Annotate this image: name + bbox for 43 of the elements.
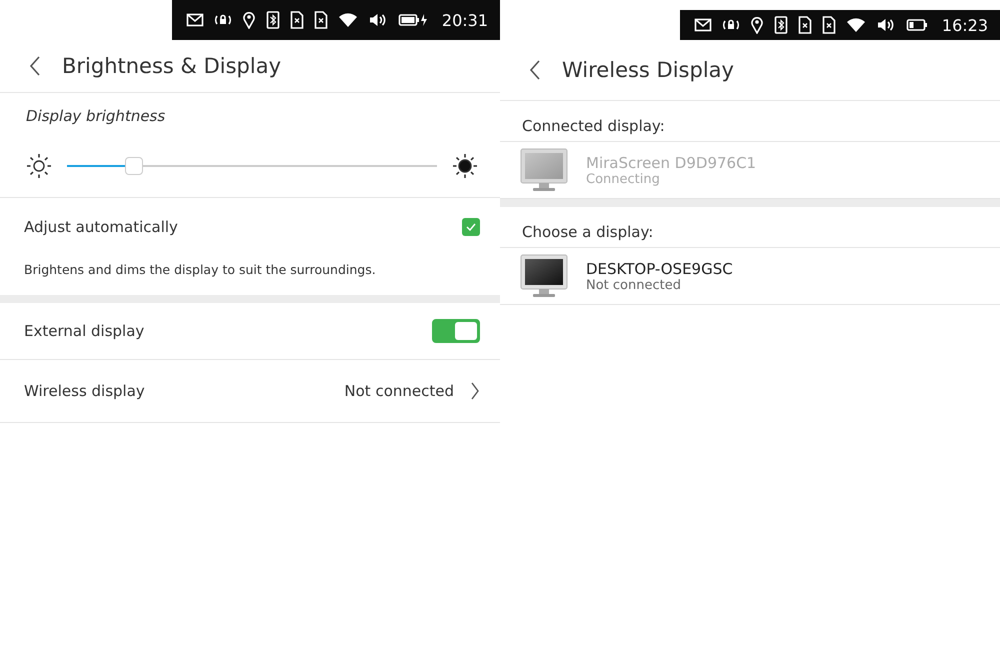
section-heading: Connected display: — [521, 116, 666, 137]
wifi-icon — [846, 16, 866, 34]
setting-label: External display — [24, 322, 144, 340]
location-pin-icon — [750, 16, 764, 34]
back-button[interactable] — [528, 59, 542, 81]
section-heading: Choose a display: — [521, 222, 654, 243]
mail-icon — [694, 16, 712, 34]
checkbox[interactable] — [462, 218, 480, 236]
page-title: Brightness & Display — [62, 54, 281, 78]
slider-thumb[interactable] — [124, 157, 143, 175]
display-list-item[interactable]: DESKTOP-OSE9GSC Not connected — [500, 247, 1000, 305]
monitor-icon — [520, 254, 568, 298]
page-title: Wireless Display — [562, 58, 734, 82]
setting-description: Brightens and dims the display to suit the surroundings. — [23, 261, 377, 279]
clock-time: 16:23 — [942, 16, 988, 34]
wifi-icon — [338, 11, 358, 29]
display-name: DESKTOP-OSE9GSC — [586, 260, 733, 278]
bright-sun-icon — [452, 153, 478, 179]
toggle-switch[interactable] — [432, 319, 480, 343]
wireless-display-row[interactable]: Wireless display Not connected — [0, 360, 500, 423]
clock-time: 20:31 — [442, 10, 488, 30]
display-name: MiraScreen D9D976C1 — [586, 154, 756, 172]
bluetooth-icon — [774, 16, 788, 34]
display-status: Connecting — [586, 172, 661, 186]
sim-card-icon — [314, 11, 328, 29]
sim-card-icon — [798, 16, 812, 34]
bluetooth-icon — [266, 11, 280, 29]
chevron-icon — [470, 381, 480, 401]
sim-card-icon — [290, 11, 304, 29]
setting-value: Not connected — [344, 382, 454, 400]
brightness-label: Display brightness — [25, 106, 166, 127]
location-pin-icon — [242, 11, 256, 29]
volume-icon — [876, 16, 896, 34]
volume-icon — [368, 11, 388, 29]
setting-label: Wireless display — [24, 382, 145, 400]
setting-label: Adjust automatically — [24, 218, 178, 236]
mail-icon — [186, 11, 204, 29]
display-status: Not connected — [586, 278, 682, 292]
check-icon — [466, 223, 476, 231]
back-button[interactable] — [28, 55, 42, 77]
dim-sun-icon — [26, 153, 52, 179]
sim-card-icon — [822, 16, 836, 34]
monitor-icon — [520, 148, 568, 192]
